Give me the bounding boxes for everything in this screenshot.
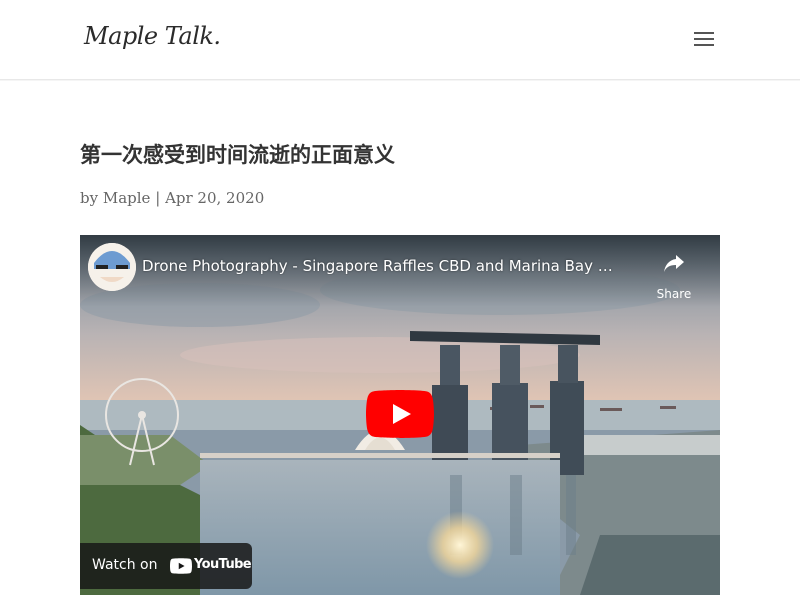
post-meta: by Maple | Apr 20, 2020 <box>80 187 264 209</box>
youtube-play-icon[interactable] <box>366 390 434 438</box>
menu-line <box>694 44 714 46</box>
avatar-image <box>88 243 136 291</box>
site-logo[interactable]: Maple Talk. <box>84 22 221 50</box>
share-label: Share <box>656 287 692 301</box>
video-title[interactable]: Drone Photography - Singapore Raffles CB… <box>142 257 642 275</box>
youtube-wordmark: YouTube <box>194 557 252 572</box>
post-title: 第一次感受到时间流逝的正面意义 <box>80 143 395 167</box>
share-arrow-icon <box>664 255 684 272</box>
watch-on-label: Watch on <box>92 557 158 573</box>
menu-line <box>694 32 714 34</box>
hamburger-menu-icon[interactable] <box>692 28 716 50</box>
youtube-embed[interactable]: Drone Photography - Singapore Raffles CB… <box>80 235 720 595</box>
share-button[interactable]: Share <box>646 245 702 301</box>
site-header: Maple Talk. <box>0 0 800 80</box>
meta-separator: | <box>155 189 161 207</box>
post-date: Apr 20, 2020 <box>165 189 265 207</box>
menu-line <box>694 38 714 40</box>
channel-avatar[interactable] <box>88 243 136 291</box>
meta-by-label: by <box>80 189 99 207</box>
watch-on-youtube-button[interactable]: Watch on YouTube <box>80 543 252 589</box>
author-link[interactable]: Maple <box>103 189 151 207</box>
youtube-logo-icon: YouTube <box>170 557 252 575</box>
